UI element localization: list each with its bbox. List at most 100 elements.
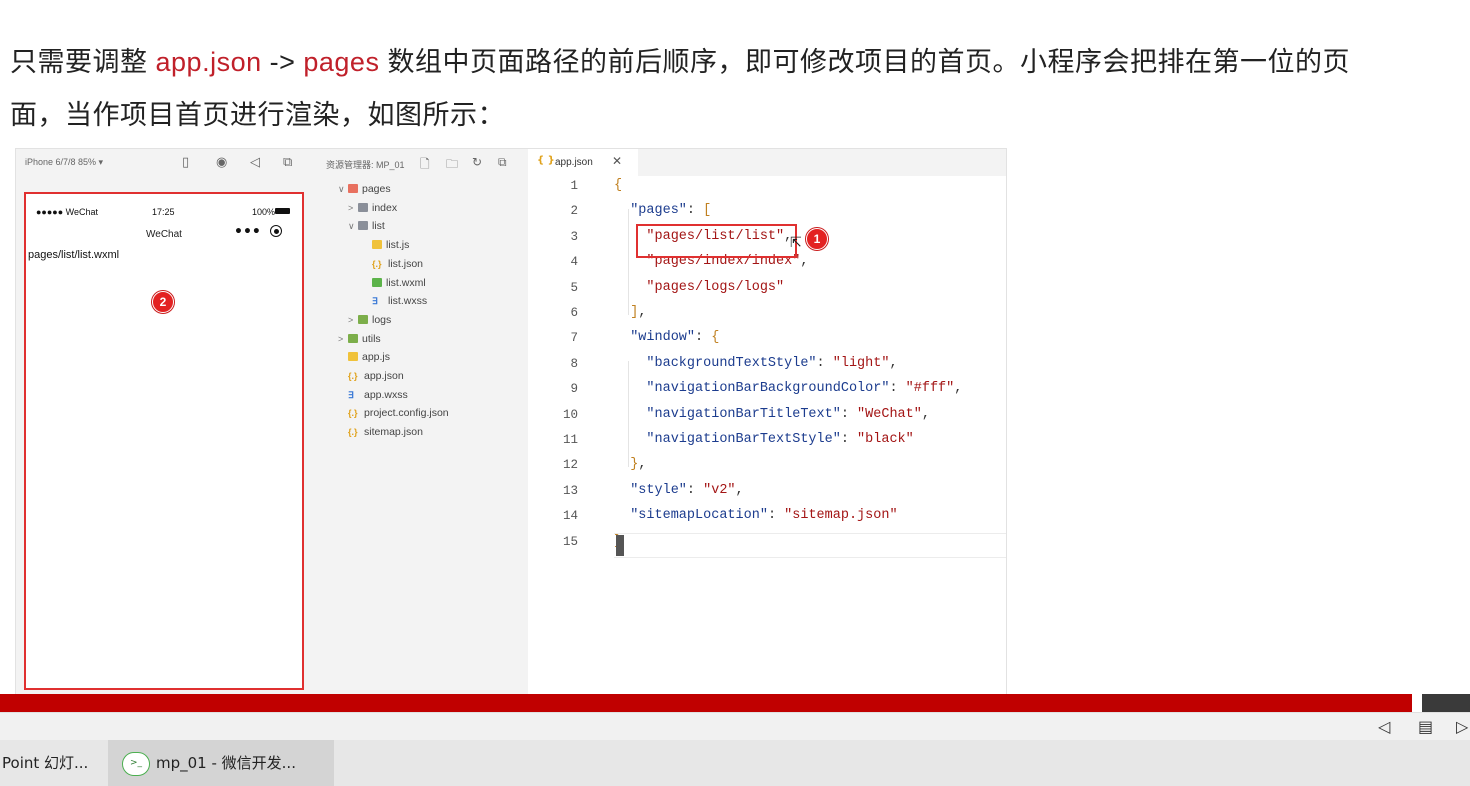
code-token: : (840, 432, 858, 447)
line-highlight-bottom (614, 557, 1006, 558)
code-token: , (954, 381, 963, 397)
tree-item[interactable]: {.} list.json (362, 256, 423, 272)
slide-text-line-1: 只需要调整 app.json -> pages 数组中页面路径的前后顺序，即可修… (10, 40, 1350, 79)
callout-badge-1: 1 (806, 228, 828, 250)
prev-slide-icon[interactable]: ◁ (1378, 717, 1390, 736)
tree-item[interactable]: ∨ list (348, 218, 385, 234)
code-line[interactable]: "navigationBarTitleText": "WeChat", (614, 407, 930, 422)
tree-item[interactable]: > logs (348, 312, 391, 328)
reading-view-icon[interactable]: ▤ (1418, 717, 1433, 736)
taskbar-item-label: Point 幻灯... (2, 754, 89, 772)
tree-item-label: app.json (364, 370, 404, 382)
wechat-devtools-icon: >_ (122, 751, 150, 776)
text-segment: 数组中页面路径的前后顺序，即可修改项目的首页。小程序会把排在第一位的页 (379, 47, 1350, 77)
tree-item-label: list.wxss (388, 295, 428, 308)
next-slide-icon[interactable]: ▷ (1456, 717, 1468, 736)
code-line[interactable]: "backgroundTextStyle": "light", (614, 355, 897, 371)
code-line[interactable]: "navigationBarTextStyle": "black" (614, 432, 914, 447)
code-line[interactable]: { (614, 178, 622, 193)
device-selector[interactable]: iPhone 6/7/8 85% ▾ (25, 157, 103, 168)
nav-title: WeChat (146, 229, 182, 240)
text-cursor (616, 535, 624, 556)
chevron-right-icon[interactable]: > (348, 312, 358, 328)
code-token: "pages" (630, 203, 687, 219)
tree-item[interactable]: ∨ pages (338, 181, 391, 197)
collapse-all-icon[interactable]: ⧉ (498, 155, 507, 170)
line-number: 9 (570, 382, 578, 397)
code-token: "light" (832, 355, 890, 371)
tree-item[interactable]: ∃ list.wxss (362, 293, 427, 309)
code-line[interactable]: "window": { (614, 330, 719, 345)
code-token: : (686, 203, 704, 219)
status-battery: 100% (252, 207, 276, 217)
code-token: "navigationBarTextStyle" (646, 432, 841, 447)
folder-icon (348, 333, 358, 343)
tree-item[interactable]: > utils (338, 331, 381, 347)
tab-app-json[interactable]: { } app.json ✕ (528, 149, 638, 176)
code-line[interactable]: }, (614, 457, 646, 472)
json-file-icon: {.} (348, 371, 358, 381)
chevron-right-icon[interactable]: > (348, 200, 358, 216)
tree-item[interactable]: {.} sitemap.json (338, 424, 423, 440)
file-explorer: 资源管理器: MP_01 🗋 🗀 ↻ ⧉ ∨ pages > index ∨ list li… (312, 149, 528, 694)
tree-item[interactable]: {.} project.config.json (338, 405, 449, 421)
chevron-down-icon[interactable]: ∨ (348, 218, 358, 234)
code-token: : (767, 508, 785, 524)
tree-item-label: project.config.json (364, 407, 449, 420)
new-folder-icon[interactable]: 🗀 (446, 155, 458, 176)
new-file-icon[interactable]: 🗋 (420, 155, 430, 176)
record-icon[interactable]: ◉ (216, 155, 227, 171)
code-line[interactable]: "pages": [ (614, 203, 711, 218)
code-token: "WeChat" (857, 406, 922, 422)
taskbar-item-wechat-devtools[interactable]: >_ mp_01 - 微信开发... (108, 740, 334, 786)
refresh-icon[interactable]: ↻ (472, 155, 482, 169)
tree-item[interactable]: > index (348, 200, 397, 216)
editor-tabbar: { } app.json ✕ (528, 149, 1006, 176)
line-number: 7 (570, 331, 578, 346)
tree-item-label: app.js (362, 351, 391, 364)
chevron-down-icon[interactable]: ∨ (338, 181, 348, 197)
taskbar-item-label: mp_01 - 微信开发... (156, 754, 296, 772)
code-token: , (638, 457, 647, 473)
code-token: "navigationBarBackgroundColor" (646, 381, 890, 397)
code-editor: { } app.json ✕ 1{2 "pages": [3 "pages/li… (528, 149, 1006, 694)
close-icon[interactable]: ✕ (612, 154, 622, 168)
code-line[interactable]: "navigationBarBackgroundColor": "#fff", (614, 381, 962, 396)
tree-item-label: list.json (388, 257, 424, 270)
code-token: { (614, 178, 623, 193)
line-number: 10 (562, 407, 578, 422)
tree-item[interactable]: list.wxml (362, 275, 426, 291)
highlight-box (636, 224, 797, 258)
code-line[interactable]: "style": "v2", (614, 482, 744, 498)
tree-item-label: utils (362, 332, 381, 345)
tree-item[interactable]: {.} app.json (338, 368, 404, 384)
code-token: "black" (857, 432, 914, 447)
code-token: "v2" (703, 482, 736, 498)
code-line[interactable]: "pages/logs/logs" (614, 280, 784, 295)
phone-icon[interactable]: ▯ (182, 155, 189, 171)
text-segment: 只需要调整 (10, 47, 156, 77)
line-number: 1 (570, 179, 578, 193)
chevron-right-icon[interactable]: > (338, 331, 348, 347)
code-token: , (735, 482, 744, 498)
volume-icon[interactable]: ◁ (250, 155, 260, 171)
folder-icon (348, 184, 358, 193)
tree-item[interactable]: ∃ app.wxss (338, 387, 408, 403)
code-line[interactable]: "sitemapLocation": "sitemap.json" (614, 508, 897, 524)
more-icon[interactable]: ••• (234, 224, 261, 240)
copy-window-icon[interactable]: ⧉ (283, 155, 292, 171)
tree-item-label: sitemap.json (364, 426, 423, 439)
code-token: "sitemapLocation" (630, 508, 768, 524)
json-file-icon: {.} (372, 258, 382, 269)
tree-item[interactable]: list.js (362, 237, 409, 253)
close-miniprogram-icon[interactable] (270, 225, 282, 237)
slide-text-line-2: 面，当作项目首页进行渲染，如图所示： (10, 100, 505, 131)
code-line[interactable]: ], (614, 305, 646, 320)
line-number: 11 (562, 433, 578, 447)
tree-item[interactable]: app.js (338, 349, 390, 365)
taskbar-item-powerpoint[interactable]: Point 幻灯... (0, 740, 108, 786)
keyword-pages: pages (303, 47, 380, 77)
